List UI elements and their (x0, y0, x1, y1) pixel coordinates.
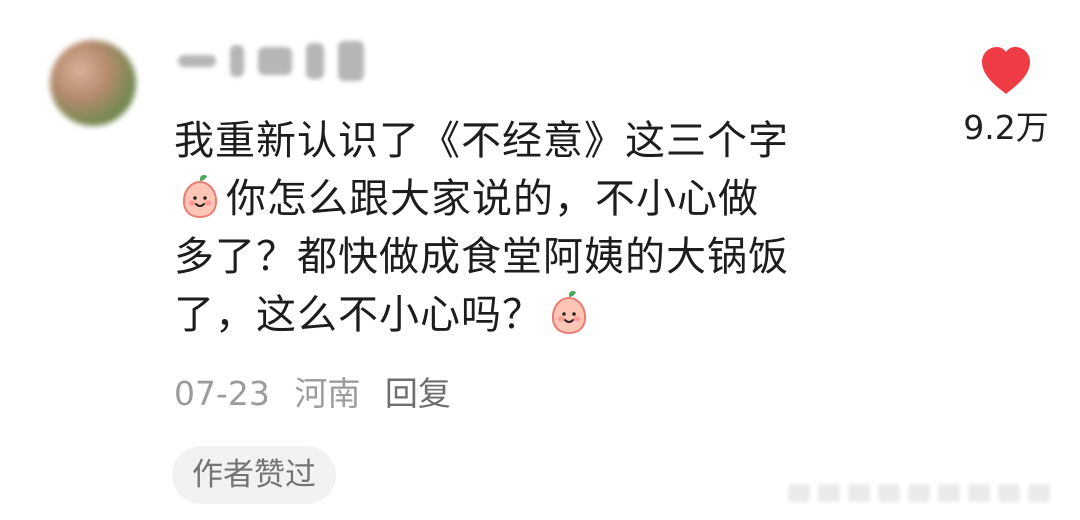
comment-meta: 07-23 河南 回复 (174, 372, 451, 416)
comment-text: 我重新认识了《不经意》这三个字你怎么跟大家说的，不小心做多了？都快做成食堂阿姨的… (174, 112, 934, 344)
comment-line: 多了？都快做成食堂阿姨的大锅饭 (174, 228, 934, 286)
reply-button[interactable]: 回复 (385, 374, 451, 413)
comment-text-segment: 了，这么不小心吗？ (174, 292, 543, 338)
comment-line: 你怎么跟大家说的，不小心做 (174, 170, 934, 228)
comment-location: 河南 (294, 374, 361, 413)
watermark (788, 484, 1050, 502)
peach-smile-emoji (551, 291, 587, 335)
comment-text-segment: 我重新认识了《不经意》这三个字 (174, 118, 789, 164)
like-count: 9.2万 (963, 108, 1049, 147)
heart-icon[interactable] (978, 44, 1034, 96)
comment-line: 了，这么不小心吗？ (174, 286, 934, 344)
comment-line: 我重新认识了《不经意》这三个字 (174, 112, 934, 170)
comment-date: 07-23 (174, 374, 270, 413)
peach-smile-emoji (182, 175, 218, 219)
username-redacted[interactable] (178, 38, 408, 84)
comment-text-segment: 你怎么跟大家说的，不小心做 (226, 176, 759, 222)
author-liked-badge: 作者赞过 (172, 446, 336, 504)
avatar[interactable] (50, 40, 136, 126)
like-button[interactable]: 9.2万 (950, 40, 1062, 170)
comment-text-segment: 多了？都快做成食堂阿姨的大锅饭 (174, 234, 789, 280)
